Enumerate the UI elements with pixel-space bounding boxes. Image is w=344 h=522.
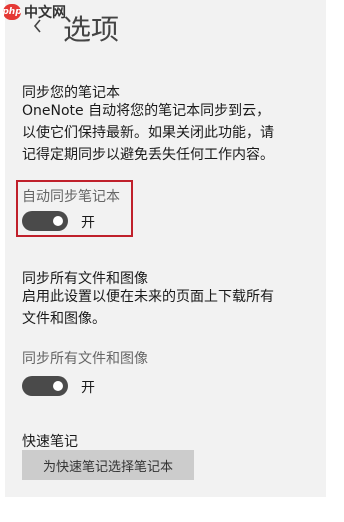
description-line: OneNote 自动将您的笔记本同步到云，	[22, 103, 271, 119]
description-line: 以使它们保持最新。如果关闭此功能，请	[22, 125, 274, 141]
quick-notes-heading: 快速笔记	[22, 434, 78, 450]
settings-panel	[5, 0, 326, 497]
watermark-badge: php	[2, 4, 22, 20]
sync-notebooks-heading: 同步您的笔记本	[22, 85, 120, 101]
auto-sync-state: 开	[81, 215, 95, 231]
choose-quick-notes-notebook-button[interactable]: 为快速笔记选择笔记本	[22, 450, 194, 480]
auto-sync-toggle-label: 自动同步笔记本	[22, 189, 120, 205]
sync-files-heading: 同步所有文件和图像	[22, 271, 148, 287]
sync-files-toggle-label: 同步所有文件和图像	[22, 351, 148, 367]
sync-files-toggle[interactable]	[22, 376, 68, 396]
auto-sync-toggle[interactable]	[22, 211, 68, 231]
toggle-knob	[53, 381, 63, 391]
description-line: 文件和图像。	[22, 311, 106, 327]
description-line: 启用此设置以便在未来的页面上下载所有	[22, 289, 274, 305]
back-button[interactable]	[30, 15, 44, 37]
description-line: 记得定期同步以避免丢失任何工作内容。	[22, 147, 274, 163]
sync-files-state: 开	[81, 380, 95, 396]
sync-notebooks-description: OneNote 自动将您的笔记本同步到云， 以使它们保持最新。如果关闭此功能，请…	[22, 100, 318, 166]
page-title: 选项	[63, 13, 120, 46]
sync-files-description: 启用此设置以便在未来的页面上下载所有 文件和图像。	[22, 286, 318, 330]
chevron-left-icon	[33, 19, 41, 33]
toggle-knob	[53, 216, 63, 226]
